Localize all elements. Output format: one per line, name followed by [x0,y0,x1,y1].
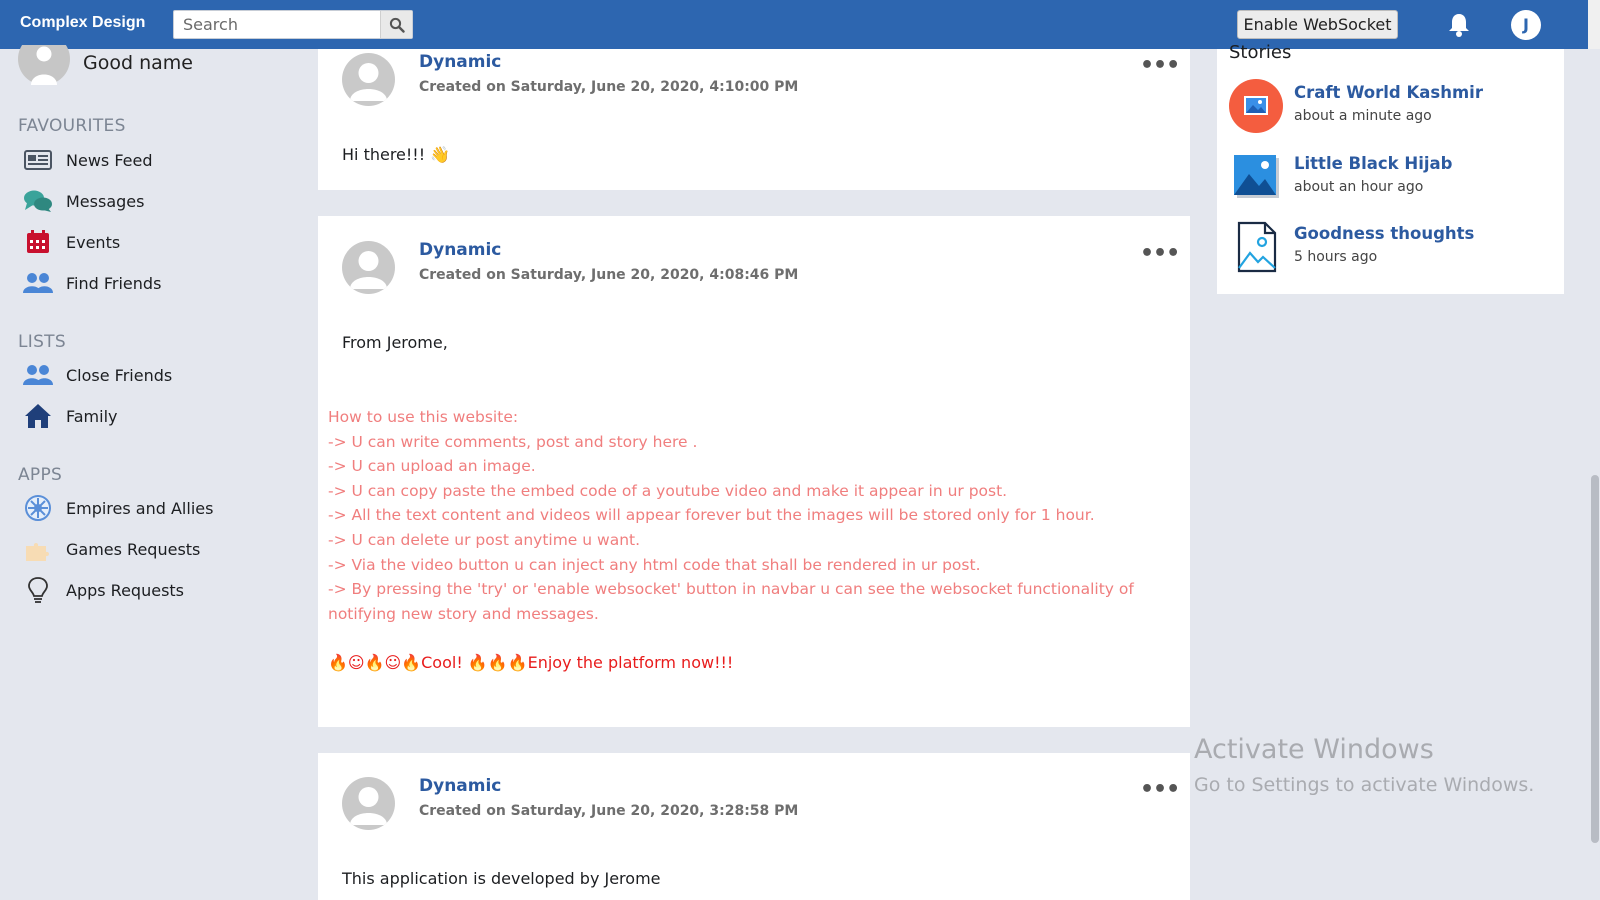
post-body: Hi there!!! [342,145,431,164]
section-title-lists: LISTS [18,332,66,352]
user-silhouette-icon [18,45,70,85]
user-avatar[interactable]: J [1511,10,1541,40]
post-date: Created on Saturday, June 20, 2020, 4:08… [419,267,799,283]
brand-logo[interactable]: Complex Design [20,14,145,32]
enable-websocket-button[interactable]: Enable WebSocket [1237,10,1398,39]
sidebar-item-close-friends[interactable]: Close Friends [22,360,172,390]
post-text: From Jerome, [342,333,448,352]
scrollbar-thumb[interactable] [1591,475,1599,843]
empire-icon [22,493,54,523]
users-icon [22,268,54,298]
post-author-link[interactable]: Dynamic [419,776,501,796]
search-input[interactable] [174,11,381,38]
users-icon [22,360,54,390]
sidebar: Good name FAVOURITES News Feed Messages … [0,45,318,900]
puzzle-icon [22,534,54,564]
post-author-avatar[interactable] [342,777,395,830]
story-time: 5 hours ago [1294,249,1378,265]
sidebar-item-label: Events [66,232,121,252]
sidebar-item-news-feed[interactable]: News Feed [22,145,153,175]
post-author-avatar[interactable] [342,53,395,106]
story-item[interactable]: Goodness thoughts 5 hours ago [1229,220,1549,276]
story-time: about an hour ago [1294,179,1424,195]
howto-line: -> U can delete ur post anytime u want. [328,530,641,549]
windows-watermark-title: Activate Windows [1194,734,1434,765]
photo-file-icon [1229,220,1283,274]
sidebar-item-events[interactable]: Events [22,227,120,257]
windows-watermark-subtitle: Go to Settings to activate Windows. [1194,774,1535,796]
howto-text-block: How to use this website: -> U can write … [328,405,1183,626]
home-icon [22,401,54,431]
sidebar-item-family[interactable]: Family [22,401,117,431]
search-button[interactable] [380,11,412,38]
post-date: Created on Saturday, June 20, 2020, 4:10… [419,79,799,95]
navbar: Complex Design Enable WebSocket J [0,0,1600,49]
post-text: This application is developed by Jerome [342,869,661,888]
bell-icon[interactable] [1447,12,1471,38]
scrollbar-top [1588,0,1600,49]
stories-title: Stories [1229,42,1292,63]
howto-line: -> All the text content and videos will … [328,506,1095,525]
story-name: Craft World Kashmir [1294,83,1483,102]
sidebar-item-apps-requests[interactable]: Apps Requests [22,575,184,605]
post-author-avatar[interactable] [342,241,395,294]
post-text: Hi there!!! 👋 [342,145,450,164]
sidebar-item-label: Find Friends [66,273,162,293]
search-box [173,10,413,39]
lightbulb-icon [22,575,54,605]
sidebar-item-label: Apps Requests [66,580,185,600]
howto-line: -> U can copy paste the embed code of a … [328,481,1008,500]
story-item[interactable]: Little Black Hijab about an hour ago [1229,150,1549,206]
newspaper-icon [22,145,54,175]
howto-line: -> Via the video button u can inject any… [328,555,981,574]
sidebar-item-label: Close Friends [66,365,173,385]
sidebar-item-label: News Feed [66,150,153,170]
post-card: Dynamic Created on Saturday, June 20, 20… [318,216,1190,727]
sidebar-item-find-friends[interactable]: Find Friends [22,268,161,298]
sidebar-item-games-requests[interactable]: Games Requests [22,534,200,564]
story-item[interactable]: Craft World Kashmir about a minute ago [1229,79,1549,135]
enjoy-text: Enjoy the platform now!!! [527,653,734,672]
cool-text: Cool! [421,653,468,672]
story-name: Little Black Hijab [1294,154,1453,173]
fire-emoji-icon: 🔥☺🔥☺🔥 [328,653,422,672]
waving-hand-emoji-icon: 👋 [430,145,451,164]
howto-line: -> By pressing the 'try' or 'enable webs… [328,580,1134,623]
picture-story-icon [1229,150,1283,204]
sidebar-item-label: Messages [66,191,145,211]
profile-avatar[interactable] [18,45,70,89]
search-icon [389,17,405,33]
howto-line: How to use this website: [328,408,519,426]
section-title-favourites: FAVOURITES [18,116,126,136]
post-card: Dynamic Created on Saturday, June 20, 20… [318,753,1190,900]
post-author-link[interactable]: Dynamic [419,52,501,72]
post-author-link[interactable]: Dynamic [419,240,501,260]
post-card: Dynamic Created on Saturday, June 20, 20… [318,49,1190,190]
sidebar-item-messages[interactable]: Messages [22,186,144,216]
more-options-icon[interactable]: ••• [1140,241,1180,266]
story-name: Goodness thoughts [1294,224,1475,243]
howto-line: -> U can write comments, post and story … [328,432,698,451]
sidebar-item-empires-and-allies[interactable]: Empires and Allies [22,493,213,523]
stories-panel: Stories Craft World Kashmir about a minu… [1217,42,1564,294]
story-time: about a minute ago [1294,108,1432,124]
cool-line: 🔥☺🔥☺🔥Cool! 🔥🔥🔥Enjoy the platform now!!! [328,653,733,672]
calendar-icon [22,227,54,257]
howto-line: -> U can upload an image. [328,457,536,476]
section-title-apps: APPS [18,465,63,485]
more-options-icon[interactable]: ••• [1140,777,1180,802]
fire-emoji-icon: 🔥🔥🔥 [467,653,528,672]
post-date: Created on Saturday, June 20, 2020, 3:28… [419,803,799,819]
sidebar-item-label: Games Requests [66,539,201,559]
sidebar-item-label: Family [66,406,118,426]
sidebar-item-label: Empires and Allies [66,498,214,518]
profile-name[interactable]: Good name [83,52,193,74]
more-options-icon[interactable]: ••• [1140,53,1180,78]
vertical-scrollbar[interactable] [1588,49,1600,900]
image-story-icon [1229,79,1283,133]
chat-bubbles-icon [22,186,54,216]
